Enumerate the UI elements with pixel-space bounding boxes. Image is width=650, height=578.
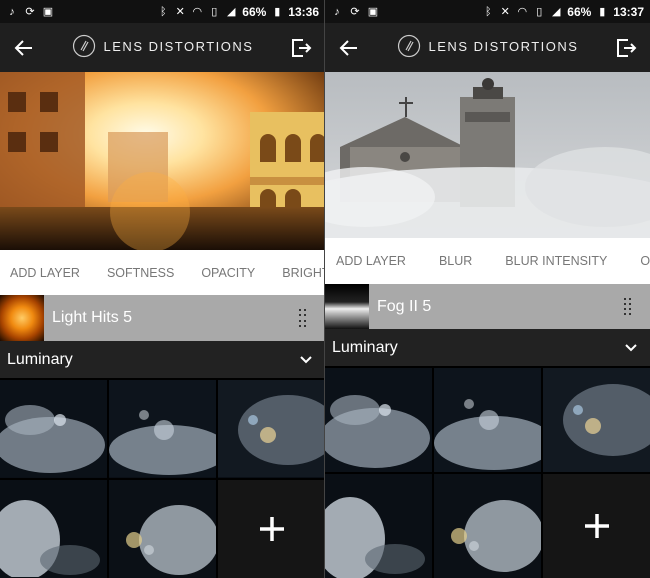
drag-handle-icon[interactable] (624, 297, 632, 316)
arrow-left-icon[interactable] (337, 36, 361, 60)
exit-icon[interactable] (289, 36, 313, 60)
tab-brightness[interactable]: BRIGHTNESS (272, 266, 325, 280)
effect-tile[interactable] (0, 380, 107, 478)
status-bar: ♪ ⟳ ▣ ᛒ ✕ ◠ ▯ ◢ 66% ▮ 13:36 (0, 0, 325, 23)
effect-tile[interactable] (218, 380, 325, 478)
clock: 13:37 (613, 4, 644, 19)
battery-percent: 66% (567, 4, 592, 19)
chevron-down-icon (625, 343, 637, 351)
adjustment-tabs: ADD LAYER BLUR BLUR INTENSITY OPACITY (325, 238, 650, 284)
wifi-icon: ◠ (517, 5, 528, 18)
add-effect-tile[interactable] (543, 474, 650, 578)
photo-preview[interactable] (0, 72, 325, 250)
photo-image (0, 72, 325, 250)
app-bar: LENS DISTORTIONS (325, 23, 650, 72)
app-title: LENS DISTORTIONS (428, 38, 579, 54)
category-dropdown[interactable]: Luminary (325, 329, 650, 366)
layer-thumbnail (325, 284, 369, 329)
category-label: Luminary (332, 338, 398, 356)
drag-handle-icon[interactable] (299, 309, 307, 327)
exit-icon[interactable] (614, 36, 638, 60)
wifi-icon: ◠ (192, 5, 203, 18)
tab-opacity[interactable]: OPACITY (629, 254, 650, 268)
plus-icon (584, 514, 609, 538)
app-brand: LENS DISTORTIONS (72, 34, 254, 58)
category-dropdown[interactable]: Luminary (0, 341, 325, 378)
layer-thumbnail (0, 295, 44, 341)
music-note-icon: ♪ (9, 5, 15, 18)
sim-icon: ▯ (536, 5, 543, 18)
tab-add-layer[interactable]: ADD LAYER (0, 266, 80, 280)
tab-blur-intensity[interactable]: BLUR INTENSITY (494, 254, 607, 268)
battery-percent: 66% (242, 4, 267, 19)
effect-tile[interactable] (0, 480, 107, 578)
battery-icon: ▮ (599, 5, 606, 18)
effect-grid (0, 380, 325, 578)
lens-logo-icon (397, 34, 420, 58)
plus-icon (259, 517, 284, 541)
image-icon: ▣ (367, 5, 379, 18)
tab-add-layer[interactable]: ADD LAYER (325, 254, 406, 268)
effect-tile[interactable] (434, 474, 541, 578)
clock: 13:36 (288, 4, 319, 19)
mute-icon: ✕ (175, 5, 185, 18)
battery-icon: ▮ (274, 5, 281, 18)
bluetooth-icon: ᛒ (159, 5, 167, 18)
app-bar: LENS DISTORTIONS (0, 23, 325, 72)
effect-tile[interactable] (543, 368, 650, 472)
screen-right: ♪ ⟳ ▣ ᛒ ✕ ◠ ▯ ◢ 66% ▮ 13:37 LENS DISTORT… (325, 0, 650, 578)
arrow-left-icon[interactable] (12, 36, 36, 60)
chevron-down-icon (300, 355, 312, 363)
mute-icon: ✕ (500, 5, 510, 18)
photo-image (325, 72, 650, 238)
sync-icon: ⟳ (25, 5, 35, 18)
photo-preview[interactable] (325, 72, 650, 238)
sync-icon: ⟳ (350, 5, 360, 18)
tab-softness[interactable]: SOFTNESS (97, 266, 174, 280)
app-title: LENS DISTORTIONS (103, 38, 254, 54)
bluetooth-icon: ᛒ (484, 5, 492, 18)
effect-tile[interactable] (109, 480, 216, 578)
layer-name: Light Hits 5 (52, 309, 133, 326)
image-icon: ▣ (42, 5, 54, 18)
tab-opacity[interactable]: OPACITY (191, 266, 255, 280)
signal-icon: ◢ (552, 5, 561, 18)
category-label: Luminary (7, 350, 73, 368)
app-brand: LENS DISTORTIONS (397, 34, 579, 58)
screen-left: ♪ ⟳ ▣ ᛒ ✕ ◠ ▯ ◢ 66% ▮ 13:36 LENS DISTORT… (0, 0, 325, 578)
signal-icon: ◢ (227, 5, 236, 18)
effect-tile[interactable] (109, 380, 216, 478)
adjustment-tabs: ADD LAYER SOFTNESS OPACITY BRIGHTNESS (0, 250, 325, 295)
effect-tile[interactable] (325, 368, 432, 472)
effect-tile[interactable] (325, 474, 432, 578)
sim-icon: ▯ (211, 5, 218, 18)
music-note-icon: ♪ (334, 5, 340, 18)
tab-blur[interactable]: BLUR (428, 254, 472, 268)
layer-row[interactable]: Fog II 5 (325, 284, 650, 329)
add-effect-tile[interactable] (218, 480, 325, 578)
effect-tile[interactable] (434, 368, 541, 472)
status-bar: ♪ ⟳ ▣ ᛒ ✕ ◠ ▯ ◢ 66% ▮ 13:37 (325, 0, 650, 23)
layer-row[interactable]: Light Hits 5 (0, 295, 325, 341)
layer-name: Fog II 5 (377, 297, 432, 315)
lens-logo-icon (72, 34, 95, 58)
effect-grid (325, 368, 650, 578)
